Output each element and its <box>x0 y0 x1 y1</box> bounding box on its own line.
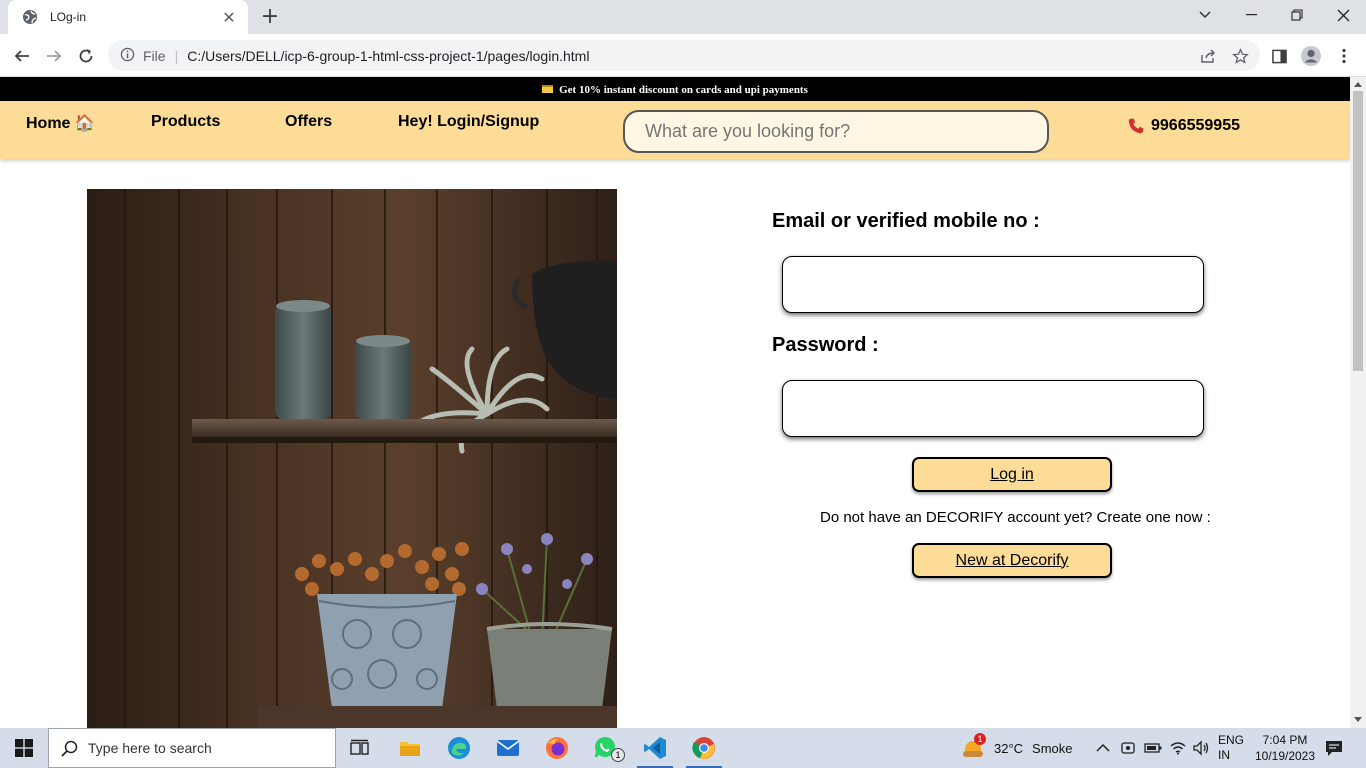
taskbar-search-box[interactable]: Type here to search <box>48 728 336 768</box>
vscode-icon[interactable] <box>631 728 679 768</box>
signup-prompt: Do not have an DECORIFY account yet? Cre… <box>820 509 1211 526</box>
weather-temp: 32°C <box>994 740 1024 756</box>
url-text[interactable]: C:/Users/DELL/icp-6-group-1-html-css-pro… <box>187 48 589 64</box>
lang-top: ENG <box>1218 733 1245 747</box>
tab-search-icon[interactable] <box>1182 0 1228 30</box>
clock-date: 10/19/2023 <box>1254 749 1316 763</box>
phone-number: 9966559955 <box>1151 117 1240 134</box>
forward-arrow-icon[interactable] <box>40 42 68 70</box>
chrome-icon[interactable] <box>680 728 728 768</box>
weather-condition: Smoke <box>1032 740 1073 756</box>
new-tab-button[interactable]: + <box>259 4 281 30</box>
profile-avatar-icon[interactable] <box>1297 42 1325 70</box>
taskbar-search-placeholder: Type here to search <box>88 740 212 756</box>
scrollbar-thumb[interactable] <box>1353 91 1363 371</box>
restore-icon[interactable] <box>1274 0 1320 30</box>
browser-tab-strip: LOg-in ✕ + <box>0 0 1366 34</box>
notifications-icon[interactable] <box>1324 728 1344 768</box>
promo-text: Get 10% instant discount on cards and up… <box>559 84 808 96</box>
side-panel-icon[interactable] <box>1265 42 1293 70</box>
search-icon <box>61 740 78 757</box>
whatsapp-badge: 1 <box>611 748 625 762</box>
menu-kebab-icon[interactable] <box>1330 42 1358 70</box>
close-icon[interactable]: ✕ <box>220 8 238 27</box>
share-icon[interactable] <box>1194 42 1222 70</box>
clock-time: 7:04 PM <box>1262 733 1308 747</box>
nav-home-link[interactable]: Home 🏠 <box>26 113 95 133</box>
lang-bottom: IN <box>1218 748 1230 762</box>
file-scheme-label: File <box>143 47 166 64</box>
info-icon[interactable] <box>120 47 135 65</box>
new-account-button[interactable]: New at Decorify <box>912 543 1112 578</box>
chevron-up-icon[interactable] <box>1096 728 1110 768</box>
mail-icon[interactable] <box>484 728 532 768</box>
windows-start-icon[interactable] <box>0 728 48 768</box>
phone-icon <box>1127 117 1145 135</box>
weather-widget[interactable]: 1 32°C Smoke <box>960 728 1073 768</box>
site-navbar: Home 🏠 Products Offers Hey! Login/Signup… <box>0 101 1350 159</box>
meet-now-icon[interactable] <box>1120 728 1136 768</box>
password-field[interactable] <box>782 380 1204 437</box>
email-label: Email or verified mobile no : <box>772 210 1040 232</box>
promo-banner: Get 10% instant discount on cards and up… <box>0 77 1350 101</box>
reload-icon[interactable] <box>72 42 100 70</box>
back-arrow-icon[interactable] <box>8 42 36 70</box>
omnibox[interactable]: File | C:/Users/DELL/icp-6-group-1-html-… <box>108 40 1260 71</box>
phone-contact[interactable]: 9966559955 <box>1127 117 1240 135</box>
nav-products-link[interactable]: Products <box>151 113 220 131</box>
email-field[interactable] <box>782 256 1204 313</box>
login-button[interactable]: Log in <box>912 457 1112 492</box>
task-view-icon[interactable] <box>336 728 384 768</box>
volume-icon[interactable] <box>1192 728 1210 768</box>
address-toolbar: File | C:/Users/DELL/icp-6-group-1-html-… <box>0 34 1366 77</box>
tab-title: LOg-in <box>50 10 87 24</box>
windows-taskbar: Type here to search 1 1 32°C Smoke ENG I… <box>0 728 1366 768</box>
weather-icon: 1 <box>960 733 986 759</box>
decor-photo <box>87 189 617 728</box>
wifi-icon[interactable] <box>1170 728 1186 768</box>
nav-offers-link[interactable]: Offers <box>285 113 332 131</box>
window-close-icon[interactable] <box>1320 0 1366 30</box>
weather-badge: 1 <box>974 733 986 745</box>
edge-browser-icon[interactable] <box>435 728 483 768</box>
page-scrollbar[interactable] <box>1350 77 1366 728</box>
battery-icon[interactable] <box>1144 728 1162 768</box>
scroll-up-arrow-icon[interactable] <box>1354 82 1362 87</box>
address-separator: | <box>174 47 179 64</box>
minimize-icon[interactable] <box>1228 0 1274 30</box>
clock[interactable]: 7:04 PM 10/19/2023 <box>1250 728 1320 768</box>
file-explorer-icon[interactable] <box>386 728 434 768</box>
scroll-down-arrow-icon[interactable] <box>1354 717 1362 722</box>
nav-login-signup-link[interactable]: Hey! Login/Signup <box>398 113 539 131</box>
firefox-icon[interactable] <box>533 728 581 768</box>
globe-icon <box>22 9 38 25</box>
bookmark-star-icon[interactable] <box>1226 42 1254 70</box>
site-search-input[interactable] <box>623 110 1049 153</box>
language-indicator[interactable]: ENG IN <box>1218 728 1244 768</box>
page-viewport: Get 10% instant discount on cards and up… <box>0 77 1350 728</box>
browser-tab[interactable]: LOg-in ✕ <box>8 0 248 34</box>
credit-card-icon <box>542 85 554 93</box>
password-label: Password : <box>772 334 879 356</box>
whatsapp-icon[interactable]: 1 <box>582 728 630 768</box>
